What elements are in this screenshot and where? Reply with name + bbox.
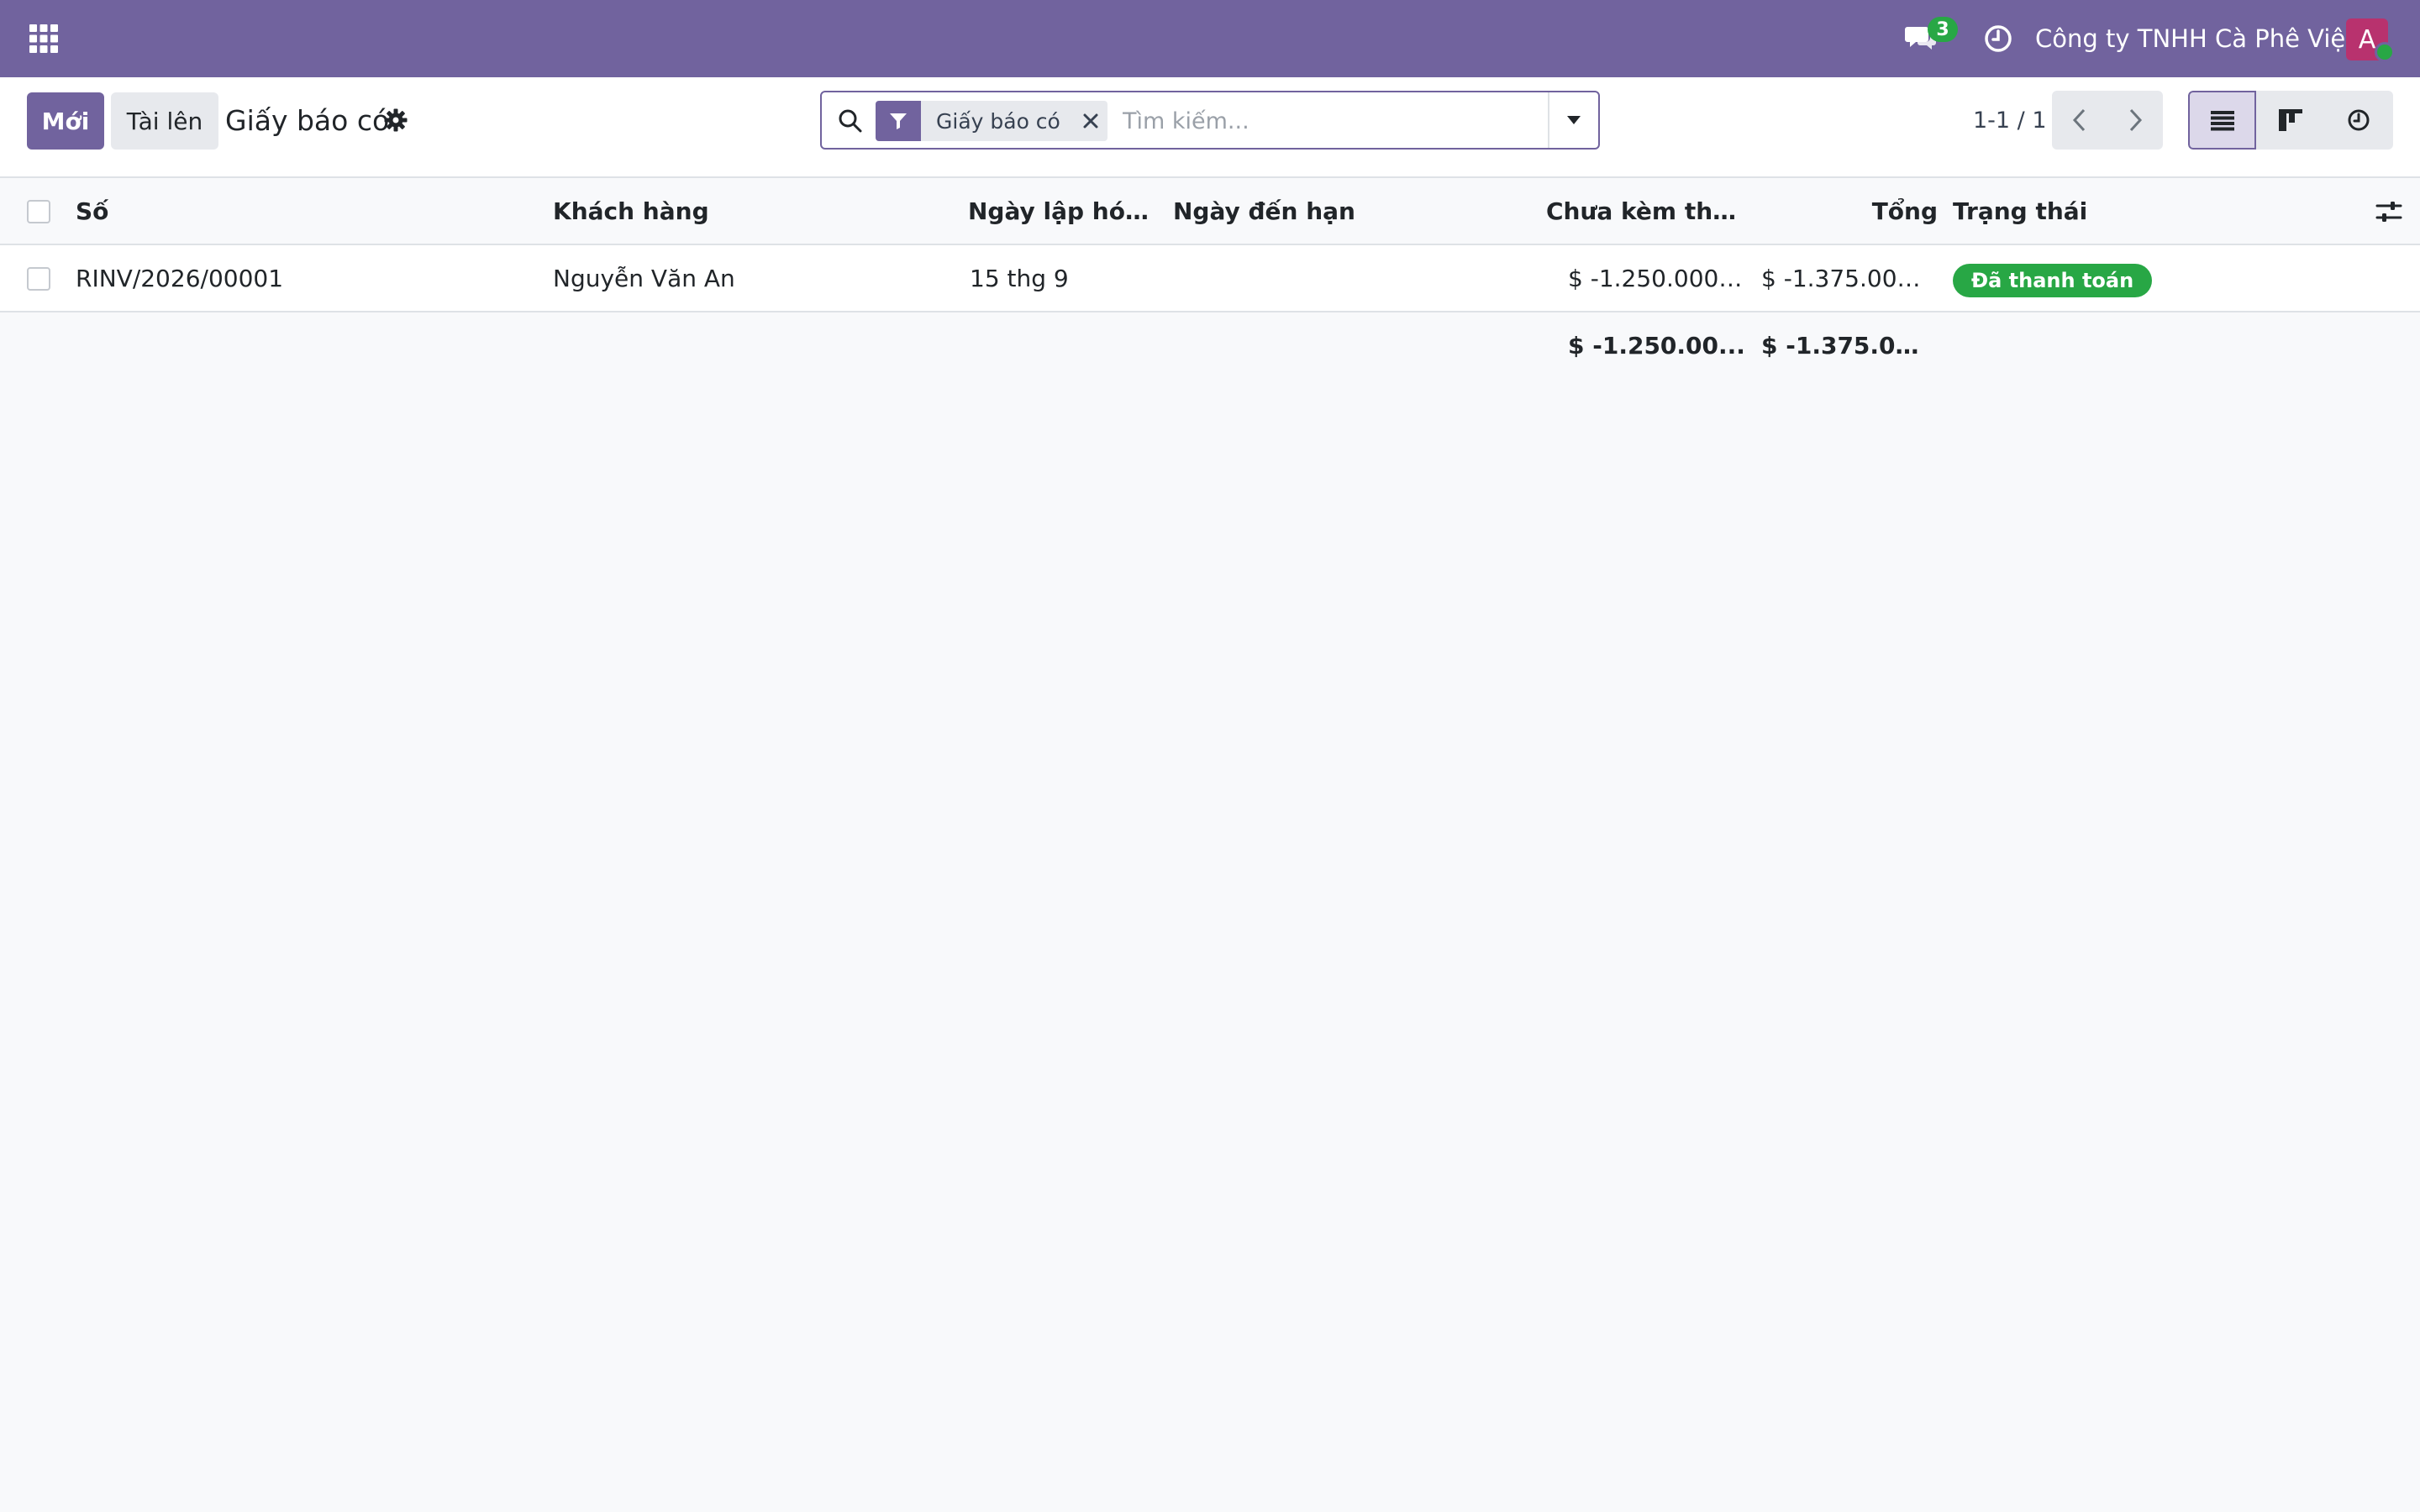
column-header-status[interactable]: Trạng thái xyxy=(1953,178,2289,245)
column-header-due-date[interactable]: Ngày đến hạn xyxy=(1173,178,1492,245)
close-icon[interactable] xyxy=(1074,101,1107,141)
status-badge: Đã thanh toán xyxy=(1953,264,2153,297)
search-icon[interactable] xyxy=(837,108,864,134)
search-input[interactable] xyxy=(1121,101,1524,141)
total-amount: $ -1.375.00... xyxy=(1761,332,1933,360)
kanban-icon xyxy=(2279,109,2303,131)
activity-view-button[interactable] xyxy=(2325,91,2393,150)
upload-button[interactable]: Tài lên xyxy=(111,92,218,150)
column-header-untaxed[interactable]: Chưa kèm thuế xyxy=(1546,178,1744,245)
top-navbar: 3 Công ty TNHH Cà Phê Việt A xyxy=(0,0,2420,77)
gear-icon[interactable] xyxy=(383,108,408,133)
cell-untaxed: $ -1.250.000,... xyxy=(1568,265,1744,292)
column-header-invoice-date[interactable]: Ngày lập hóa đ... xyxy=(968,178,1160,245)
cell-customer: Nguyễn Văn An xyxy=(553,265,735,292)
list-icon xyxy=(2210,111,2234,131)
view-switcher xyxy=(2188,91,2393,150)
control-panel: Mới Tài lên Giấy báo có Giấy báo có Tìm … xyxy=(0,77,2420,178)
pager-buttons xyxy=(2052,91,2163,150)
table-header: Số Khách hàng Ngày lập hóa đ... Ngày đến… xyxy=(0,178,2420,245)
cell-invoice-date: 15 thg 9 xyxy=(970,265,1069,292)
chevron-right-icon xyxy=(2129,108,2143,132)
invoice-list-table: Số Khách hàng Ngày lập hóa đ... Ngày đến… xyxy=(0,178,2420,380)
pager-next-button[interactable] xyxy=(2107,91,2163,150)
search-bar: Giấy báo có xyxy=(820,91,1600,150)
filter-icon xyxy=(876,101,921,141)
optional-columns-icon[interactable] xyxy=(2375,198,2403,225)
total-untaxed: $ -1.250.00... xyxy=(1568,332,1745,360)
chat-count-badge: 3 xyxy=(1928,17,1958,42)
cell-due-date xyxy=(1173,245,1492,312)
select-all-checkbox[interactable] xyxy=(27,200,50,223)
clock-icon[interactable] xyxy=(1983,24,2013,54)
facet-label: Giấy báo có xyxy=(936,108,1060,134)
apps-grid-icon[interactable] xyxy=(29,24,59,54)
row-checkbox[interactable] xyxy=(27,267,50,291)
pager-previous-button[interactable] xyxy=(2052,91,2107,150)
page-title: Giấy báo có xyxy=(225,104,390,137)
online-status-dot xyxy=(2375,42,2395,62)
pager-value[interactable]: 1-1 / 1 xyxy=(1973,102,2047,139)
table-row[interactable]: RINV/2026/00001 Nguyễn Văn An 15 thg 9 $… xyxy=(0,245,2420,312)
company-switcher[interactable]: Công ty TNHH Cà Phê Việt xyxy=(2035,22,2355,55)
table-totals-row: $ -1.250.00... $ -1.375.00... xyxy=(0,312,2420,380)
chevron-left-icon xyxy=(2072,108,2086,132)
caret-down-icon xyxy=(1567,116,1581,124)
column-header-number[interactable]: Số xyxy=(76,178,513,245)
cell-total: $ -1.375.000... xyxy=(1761,265,1933,292)
column-header-total[interactable]: Tổng xyxy=(1761,178,1938,245)
kanban-view-button[interactable] xyxy=(2256,91,2324,150)
activity-icon xyxy=(2348,109,2370,131)
list-view-button[interactable] xyxy=(2188,91,2257,150)
new-button[interactable]: Mới xyxy=(27,92,104,150)
search-options-toggle[interactable] xyxy=(1548,92,1598,148)
search-facet: Giấy báo có xyxy=(876,101,1107,141)
cell-number: RINV/2026/00001 xyxy=(76,265,284,292)
column-header-customer[interactable]: Khách hàng xyxy=(553,178,956,245)
